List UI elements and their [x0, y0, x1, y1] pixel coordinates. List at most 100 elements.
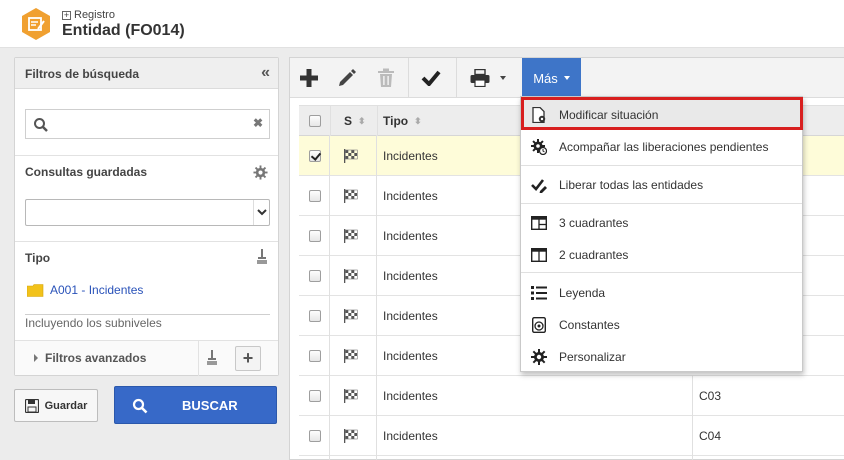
select-all-cell[interactable] [309, 106, 321, 136]
search-button[interactable]: BUSCAR [114, 386, 277, 424]
type-label: Tipo [25, 251, 51, 265]
column-header-status[interactable]: S ⬍ [344, 106, 366, 136]
filter-panel-header: Filtros de búsqueda « [15, 58, 278, 89]
saved-queries-settings-icon[interactable] [253, 165, 268, 180]
menu-item[interactable]: 3 cuadrantes [521, 208, 802, 238]
page-title: Entidad (FO014) [62, 22, 185, 39]
menu-divider [521, 165, 802, 166]
print-button[interactable] [464, 58, 512, 97]
chevron-down-icon [500, 75, 506, 80]
row-checkbox[interactable] [309, 310, 321, 322]
cell-type: Incidentes [383, 389, 438, 403]
column-header-label: S [344, 114, 353, 128]
row-checkbox[interactable] [309, 270, 321, 282]
menu-divider [521, 203, 802, 204]
row-checkbox[interactable] [309, 430, 321, 442]
cell-type: Incidentes [383, 429, 438, 443]
menu-item[interactable]: Acompañar las liberaciones pendientes [521, 132, 802, 162]
delete-button[interactable] [371, 58, 401, 97]
column-header-type[interactable]: Tipo ⬍ [383, 106, 422, 136]
breadcrumb-label: Registro [74, 9, 115, 21]
cell-type: Incidentes [383, 189, 438, 203]
checkered-flag-icon [344, 149, 358, 163]
divider [330, 106, 331, 136]
row-checkbox[interactable] [309, 150, 321, 162]
checkered-flag-icon [344, 229, 358, 243]
filter-panel-title: Filtros de búsqueda [25, 67, 140, 81]
menu-item-label: 3 cuadrantes [559, 216, 629, 230]
divider [25, 314, 270, 315]
menu-item[interactable]: 2 cuadrantes [521, 240, 802, 270]
confirm-button[interactable] [416, 58, 446, 97]
table-row[interactable]: Incidentes C03 [299, 376, 844, 416]
advanced-filters-row[interactable]: Filtros avanzados + [15, 340, 278, 376]
sort-icon: ⬍ [414, 115, 422, 126]
list-icon [531, 286, 547, 300]
row-checkbox-cell[interactable] [309, 350, 321, 362]
row-checkbox[interactable] [309, 190, 321, 202]
row-checkbox-cell[interactable] [309, 310, 321, 322]
menu-item[interactable]: Liberar todas las entidades [521, 170, 802, 200]
include-sublevels-label: Incluyendo los subniveles [25, 316, 162, 330]
edit-button[interactable] [332, 58, 362, 97]
checkered-flag-icon [344, 349, 358, 363]
search-icon [34, 118, 48, 132]
checkered-flag-icon [344, 389, 358, 403]
row-checkbox-cell[interactable] [309, 390, 321, 402]
clear-search-icon[interactable]: ✖ [253, 116, 263, 130]
row-checkbox[interactable] [309, 390, 321, 402]
divider [15, 155, 278, 156]
expand-triangle-icon [34, 354, 38, 362]
filter-panel: Filtros de búsqueda « ✖ Consultas guarda… [14, 57, 279, 376]
cell-type: Incidentes [383, 349, 438, 363]
add-filter-button[interactable]: + [235, 346, 261, 371]
cell-code: C03 [699, 389, 722, 403]
more-dropdown-menu: Modificar situación Acompañar las liberac… [520, 96, 803, 372]
cell-type: Incidentes [383, 149, 438, 163]
checkered-flag-icon [344, 189, 358, 203]
menu-item-label: Modificar situación [559, 108, 659, 122]
menu-item-label: 2 cuadrantes [559, 248, 629, 262]
breadcrumb[interactable]: + Registro [62, 9, 115, 21]
row-checkbox-cell[interactable] [309, 190, 321, 202]
advanced-filters-label: Filtros avanzados [45, 351, 147, 365]
check-edit-icon [531, 179, 547, 193]
row-checkbox[interactable] [309, 350, 321, 362]
menu-divider [521, 272, 802, 273]
menu-item[interactable]: Modificar situación [521, 100, 802, 130]
menu-item-label: Personalizar [559, 350, 626, 364]
trash-icon [378, 68, 394, 87]
row-checkbox-cell[interactable] [309, 230, 321, 242]
select-all-checkbox[interactable] [309, 115, 321, 127]
row-checkbox-cell[interactable] [309, 270, 321, 282]
clear-advanced-icon[interactable] [206, 350, 218, 366]
clear-type-icon[interactable] [256, 249, 268, 265]
menu-item[interactable]: Personalizar [521, 342, 802, 372]
gear-badge-icon [531, 139, 547, 155]
folder-icon [27, 283, 44, 297]
checkered-flag-icon [344, 309, 358, 323]
row-checkbox-cell[interactable] [309, 430, 321, 442]
table-row[interactable]: Incidentes C04 [299, 416, 844, 456]
add-button[interactable] [294, 58, 324, 97]
divider [377, 106, 378, 136]
plus-icon [300, 68, 318, 87]
search-input[interactable]: ✖ [25, 109, 270, 139]
saved-queries-label: Consultas guardadas [25, 165, 148, 179]
divider [15, 241, 278, 242]
toolbar: Más [290, 58, 844, 98]
save-button[interactable]: Guardar [14, 389, 98, 422]
checkered-flag-icon [344, 429, 358, 443]
row-checkbox[interactable] [309, 230, 321, 242]
more-button-label: Más [533, 70, 558, 86]
divider [408, 58, 409, 97]
more-menu-button[interactable]: Más [522, 58, 581, 98]
divider [456, 58, 457, 97]
type-tree-item[interactable]: A001 - Incidentes [27, 283, 143, 297]
menu-item[interactable]: Leyenda [521, 278, 802, 308]
menu-item[interactable]: Constantes [521, 310, 802, 340]
chevron-down-icon [563, 76, 570, 80]
saved-queries-select[interactable] [25, 199, 270, 226]
collapse-panel-icon[interactable]: « [261, 64, 270, 82]
row-checkbox-cell[interactable] [309, 150, 321, 162]
